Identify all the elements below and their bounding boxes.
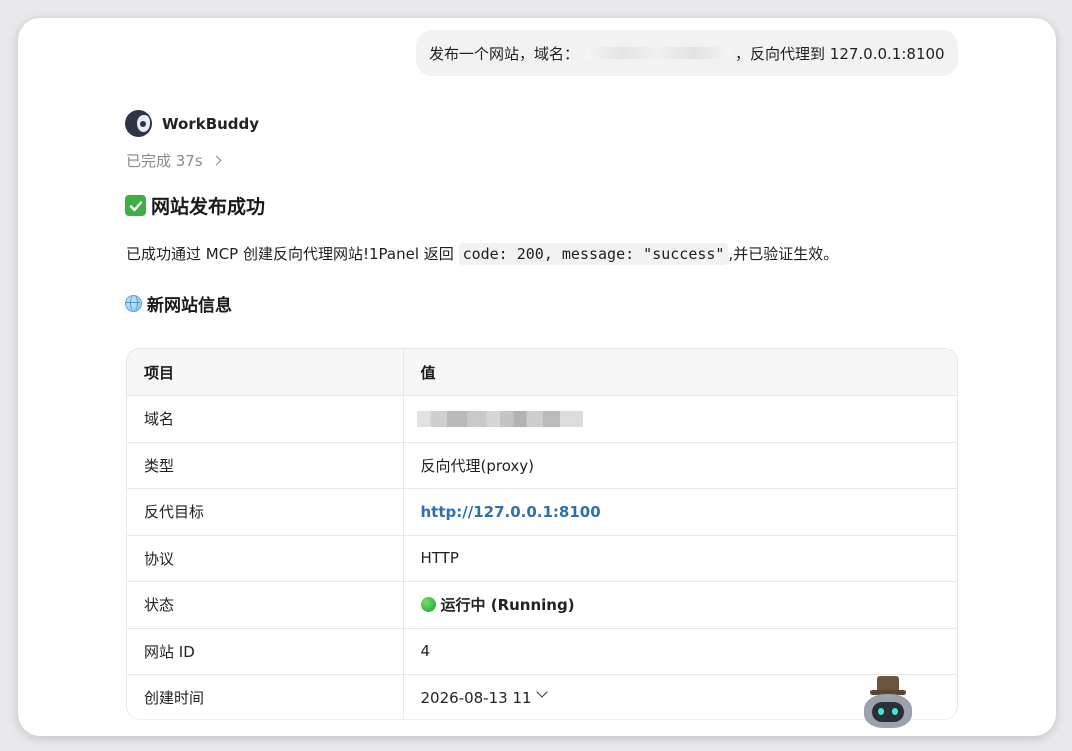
row-value: 反向代理(proxy) bbox=[403, 442, 957, 489]
row-key: 状态 bbox=[127, 581, 404, 629]
row-key: 反代目标 bbox=[127, 488, 404, 536]
column-header-item: 项目 bbox=[127, 349, 404, 396]
user-message-bubble: 发布一个网站，域名： ，反向代理到 127.0.0.1:8100 bbox=[416, 30, 958, 76]
heading-text: 网站发布成功 bbox=[151, 196, 266, 218]
status-text: 运行中 (Running) bbox=[440, 596, 575, 615]
column-header-value: 值 bbox=[403, 349, 957, 396]
row-key: 域名 bbox=[127, 395, 404, 443]
completion-status[interactable]: 已完成 37s bbox=[126, 150, 222, 171]
row-value bbox=[403, 395, 957, 443]
site-info-heading: 新网站信息 bbox=[125, 291, 232, 316]
subheading-text: 新网站信息 bbox=[147, 296, 232, 316]
result-paragraph: 已成功通过 MCP 创建反向代理网站!1Panel 返回 code: 200, … bbox=[126, 243, 839, 265]
paragraph-after: ,并已验证生效。 bbox=[728, 245, 839, 263]
inline-code: code: 200, message: "success" bbox=[458, 243, 729, 265]
row-value: 4 bbox=[403, 628, 957, 675]
table-row: 状态 运行中 (Running) bbox=[127, 581, 957, 629]
table-header-row: 项目 值 bbox=[127, 349, 957, 396]
agent-avatar bbox=[125, 110, 152, 137]
green-circle-icon bbox=[420, 597, 436, 613]
agent-header: WorkBuddy bbox=[125, 110, 259, 137]
paragraph-before: 已成功通过 MCP 创建反向代理网站!1Panel 返回 bbox=[126, 245, 459, 263]
scroll-fade bbox=[126, 708, 958, 736]
redacted-domain-value bbox=[416, 411, 583, 428]
table-row: 反代目标 http://127.0.0.1:8100 bbox=[127, 488, 957, 536]
globe-icon bbox=[125, 295, 142, 312]
chevron-right-icon bbox=[211, 155, 222, 166]
result-heading: 网站发布成功 bbox=[125, 192, 265, 219]
check-mark-icon bbox=[125, 195, 146, 216]
proxy-target-link[interactable]: http://127.0.0.1:8100 bbox=[421, 503, 601, 521]
mascot-eye bbox=[892, 708, 898, 715]
agent-name: WorkBuddy bbox=[162, 114, 260, 133]
table-row: 类型 反向代理(proxy) bbox=[127, 442, 957, 489]
user-message-prefix: 发布一个网站，域名： bbox=[429, 44, 580, 63]
table-row: 域名 bbox=[127, 395, 957, 443]
mascot-robot-cat-icon[interactable] bbox=[856, 676, 920, 736]
redacted-domain bbox=[585, 47, 732, 59]
user-message-suffix: ，反向代理到 127.0.0.1:8100 bbox=[735, 44, 945, 63]
row-value: http://127.0.0.1:8100 bbox=[403, 488, 957, 536]
table-row: 网站 ID 4 bbox=[127, 628, 957, 675]
site-info-table: 项目 值 域名 类型 反向代理(proxy) 反代目标 http://127.0… bbox=[126, 348, 958, 720]
mascot-eye bbox=[878, 708, 884, 715]
completion-status-text: 已完成 37s bbox=[126, 152, 203, 170]
row-key: 类型 bbox=[127, 442, 404, 489]
row-value: HTTP bbox=[403, 535, 957, 582]
row-key: 协议 bbox=[127, 535, 404, 582]
row-key: 网站 ID bbox=[127, 628, 404, 675]
mascot-face bbox=[872, 702, 904, 722]
chat-window: 发布一个网站，域名： ，反向代理到 127.0.0.1:8100 WorkBud… bbox=[18, 18, 1056, 736]
row-value: 运行中 (Running) bbox=[403, 581, 957, 629]
table-row: 协议 HTTP bbox=[127, 535, 957, 582]
